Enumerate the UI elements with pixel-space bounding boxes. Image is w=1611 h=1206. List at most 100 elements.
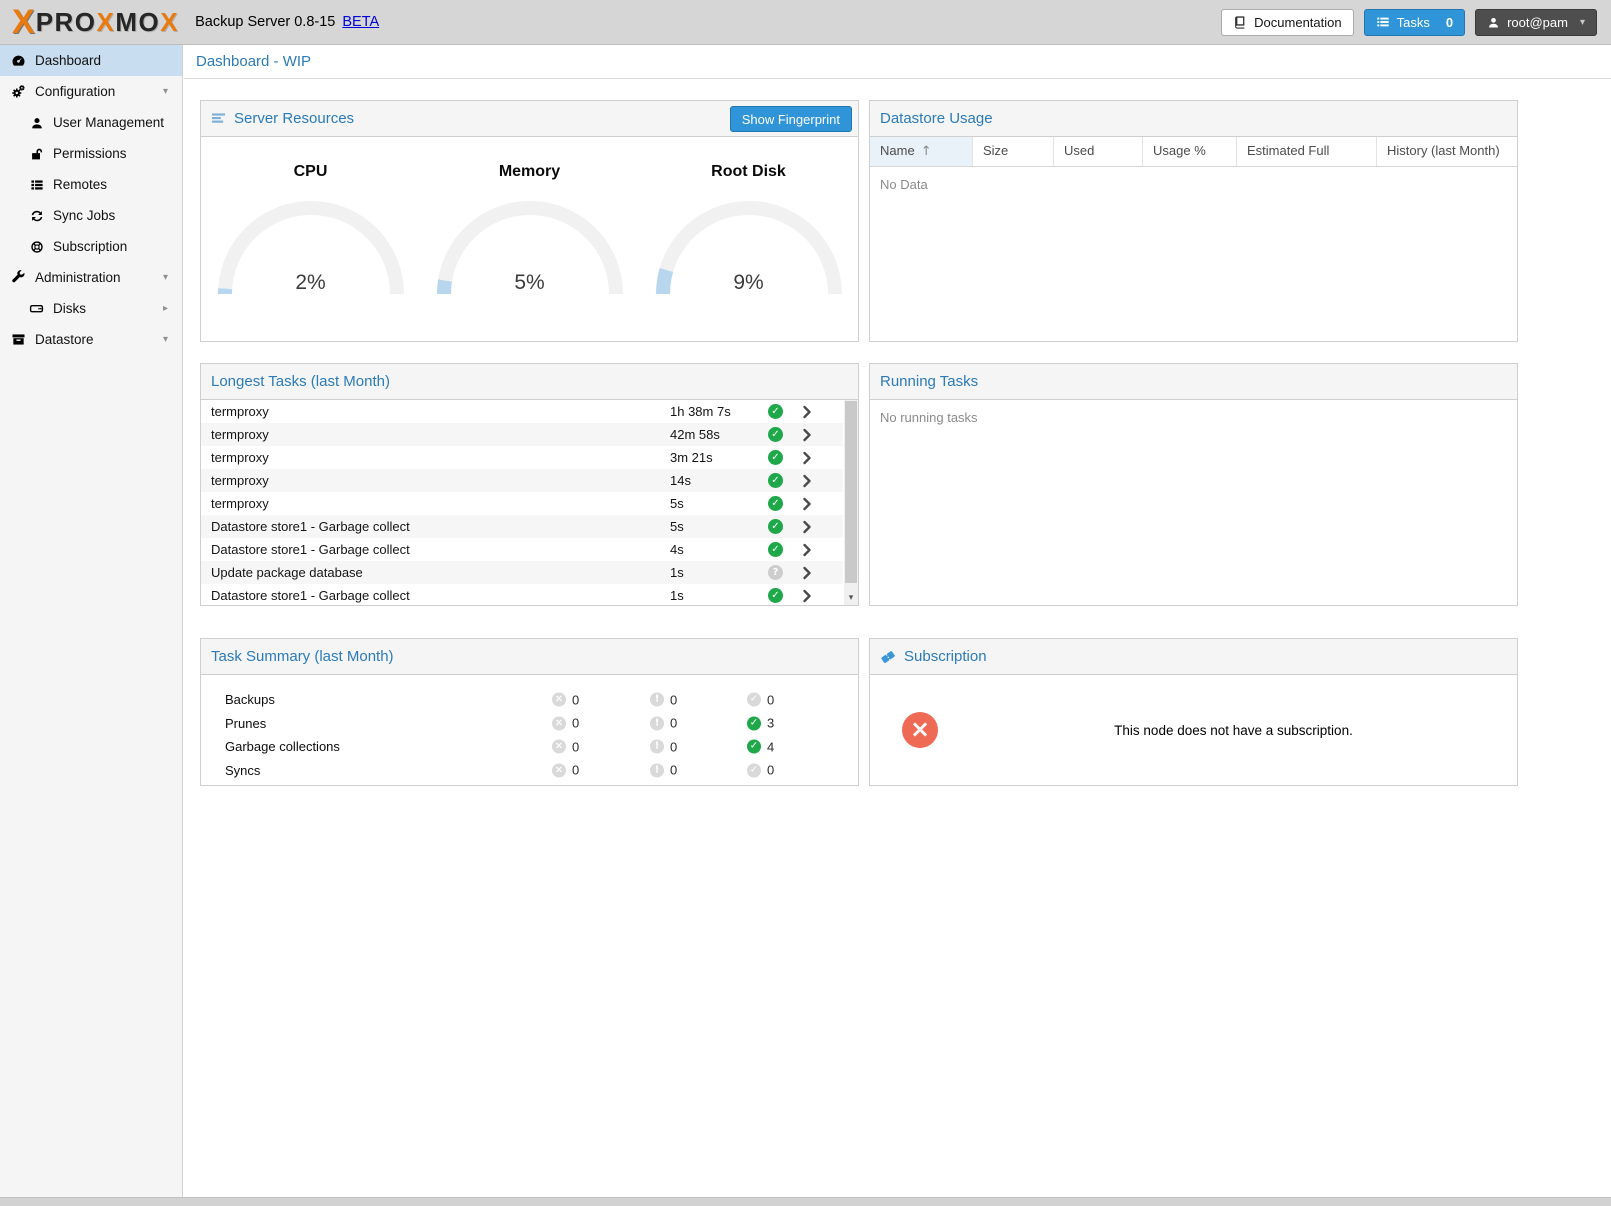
summary-label: Garbage collections bbox=[225, 739, 340, 754]
task-row[interactable]: termproxy 3m 21s bbox=[201, 446, 843, 469]
open-task-chevron-icon[interactable] bbox=[801, 543, 813, 557]
sidebar-item-sync-jobs[interactable]: Sync Jobs bbox=[0, 200, 182, 231]
summary-row-syncs: Syncs 0 0 0 bbox=[201, 759, 858, 783]
datastore-no-data-text: No Data bbox=[870, 167, 1517, 202]
sidebar-item-remotes[interactable]: Remotes bbox=[0, 169, 182, 200]
ok-count: 0 bbox=[747, 763, 774, 778]
subscription-panel: Subscription × This node does not have a… bbox=[869, 638, 1518, 786]
archive-icon bbox=[10, 332, 27, 347]
open-task-chevron-icon[interactable] bbox=[801, 428, 813, 442]
cpu-gauge-arc: 2% bbox=[218, 201, 404, 295]
scrollbar-down-arrow[interactable]: ▾ bbox=[844, 591, 858, 605]
memory-gauge: Memory 5% bbox=[420, 137, 639, 341]
task-row[interactable]: termproxy 1h 38m 7s bbox=[201, 400, 843, 423]
tasks-button[interactable]: Tasks 0 bbox=[1364, 9, 1465, 36]
refresh-icon bbox=[28, 209, 45, 223]
task-status-ok-icon bbox=[768, 404, 783, 419]
task-name: termproxy bbox=[211, 427, 269, 442]
task-row[interactable]: Datastore store1 - Garbage collect 1s bbox=[201, 584, 843, 605]
logo-segment: X bbox=[160, 9, 179, 35]
column-header-history[interactable]: History (last Month) bbox=[1377, 137, 1517, 166]
sidebar-item-configuration[interactable]: Configuration ▾ bbox=[0, 76, 182, 107]
error-count: 0 bbox=[552, 763, 579, 778]
open-task-chevron-icon[interactable] bbox=[801, 520, 813, 534]
tasks-label: Tasks bbox=[1397, 15, 1430, 30]
documentation-button[interactable]: Documentation bbox=[1221, 9, 1353, 36]
open-task-chevron-icon[interactable] bbox=[801, 405, 813, 419]
beta-link[interactable]: BETA bbox=[342, 14, 379, 30]
column-header-size[interactable]: Size bbox=[973, 137, 1054, 166]
sidebar-item-label: Administration bbox=[35, 270, 121, 285]
server-resources-panel: Server Resources Show Fingerprint CPU 2%… bbox=[200, 100, 859, 342]
open-task-chevron-icon[interactable] bbox=[801, 589, 813, 603]
task-duration: 4s bbox=[670, 542, 684, 557]
sidebar-item-user-management[interactable]: User Management bbox=[0, 107, 182, 138]
column-header-estimated-full[interactable]: Estimated Full bbox=[1237, 137, 1377, 166]
tachometer-icon bbox=[10, 53, 27, 68]
error-circle-icon bbox=[552, 740, 566, 754]
root-disk-gauge-value: 9% bbox=[656, 271, 842, 295]
sidebar-item-subscription[interactable]: Subscription bbox=[0, 231, 182, 262]
open-task-chevron-icon[interactable] bbox=[801, 566, 813, 580]
task-status-unknown-icon bbox=[768, 565, 783, 580]
task-status-ok-icon bbox=[768, 473, 783, 488]
book-icon bbox=[1233, 15, 1247, 29]
sidebar-item-disks[interactable]: Disks ▸ bbox=[0, 293, 182, 324]
server-resources-title: Server Resources bbox=[234, 110, 354, 127]
task-name: termproxy bbox=[211, 496, 269, 511]
sidebar-nav: Dashboard bbox=[0, 45, 183, 1197]
warning-circle-icon bbox=[650, 693, 664, 707]
ticket-icon bbox=[880, 649, 896, 665]
cpu-gauge-value: 2% bbox=[218, 271, 404, 295]
sidebar-item-label: Configuration bbox=[35, 84, 115, 99]
task-duration: 1s bbox=[670, 565, 684, 580]
sidebar-item-permissions[interactable]: Permissions bbox=[0, 138, 182, 169]
column-header-usage-pct[interactable]: Usage % bbox=[1143, 137, 1237, 166]
logo-segment: MO bbox=[115, 9, 160, 35]
documentation-label: Documentation bbox=[1254, 15, 1341, 30]
task-status-ok-icon bbox=[768, 427, 783, 442]
summary-row-prunes: Prunes 0 0 3 bbox=[201, 712, 858, 736]
task-row[interactable]: termproxy 14s bbox=[201, 469, 843, 492]
task-row[interactable]: Datastore store1 - Garbage collect 4s bbox=[201, 538, 843, 561]
life-ring-icon bbox=[28, 240, 45, 254]
open-task-chevron-icon[interactable] bbox=[801, 474, 813, 488]
column-header-name[interactable]: Name↑ bbox=[870, 137, 973, 166]
task-row[interactable]: termproxy 42m 58s bbox=[201, 423, 843, 446]
memory-gauge-label: Memory bbox=[420, 163, 639, 181]
user-menu-button[interactable]: root@pam ▾ bbox=[1475, 9, 1597, 36]
sidebar-item-administration[interactable]: Administration ▾ bbox=[0, 262, 182, 293]
longest-tasks-title: Longest Tasks (last Month) bbox=[211, 373, 390, 390]
logo-segment: X bbox=[97, 9, 116, 35]
show-fingerprint-button[interactable]: Show Fingerprint bbox=[730, 106, 852, 132]
gauges-row: CPU 2% Memory 5% Root Disk 9% bbox=[201, 137, 858, 341]
error-circle-icon bbox=[552, 693, 566, 707]
sidebar-item-label: Disks bbox=[53, 301, 86, 316]
task-name: termproxy bbox=[211, 450, 269, 465]
no-subscription-x-icon: × bbox=[902, 712, 938, 748]
open-task-chevron-icon[interactable] bbox=[801, 497, 813, 511]
warning-count: 0 bbox=[650, 716, 677, 731]
sidebar-item-datastore[interactable]: Datastore ▾ bbox=[0, 324, 182, 355]
sidebar-item-dashboard[interactable]: Dashboard bbox=[0, 45, 182, 76]
scrollbar-thumb[interactable] bbox=[845, 401, 857, 583]
task-summary-panel: Task Summary (last Month) Backups 0 0 0 … bbox=[200, 638, 859, 786]
chevron-down-icon: ▾ bbox=[163, 272, 168, 283]
task-row[interactable]: termproxy 5s bbox=[201, 492, 843, 515]
task-row[interactable]: Datastore store1 - Garbage collect 5s bbox=[201, 515, 843, 538]
task-row[interactable]: Update package database 1s bbox=[201, 561, 843, 584]
longest-tasks-panel: Longest Tasks (last Month) termproxy 1h … bbox=[200, 363, 859, 606]
open-task-chevron-icon[interactable] bbox=[801, 451, 813, 465]
warning-count: 0 bbox=[650, 763, 677, 778]
sidebar-item-label: Sync Jobs bbox=[53, 208, 115, 223]
column-header-used[interactable]: Used bbox=[1054, 137, 1143, 166]
summary-row-backups: Backups 0 0 0 bbox=[201, 688, 858, 712]
error-circle-icon bbox=[552, 763, 566, 777]
scrollbar[interactable]: ▾ bbox=[844, 400, 858, 605]
user-label: root@pam bbox=[1507, 15, 1568, 30]
gears-icon bbox=[10, 84, 27, 99]
top-bar: X PRO X MO X Backup Server 0.8-15 BETA D… bbox=[0, 0, 1611, 45]
task-list-icon bbox=[1376, 15, 1390, 29]
task-summary-body: Backups 0 0 0 Prunes 0 0 3 Garbage colle… bbox=[201, 675, 858, 782]
error-circle-icon bbox=[552, 716, 566, 730]
